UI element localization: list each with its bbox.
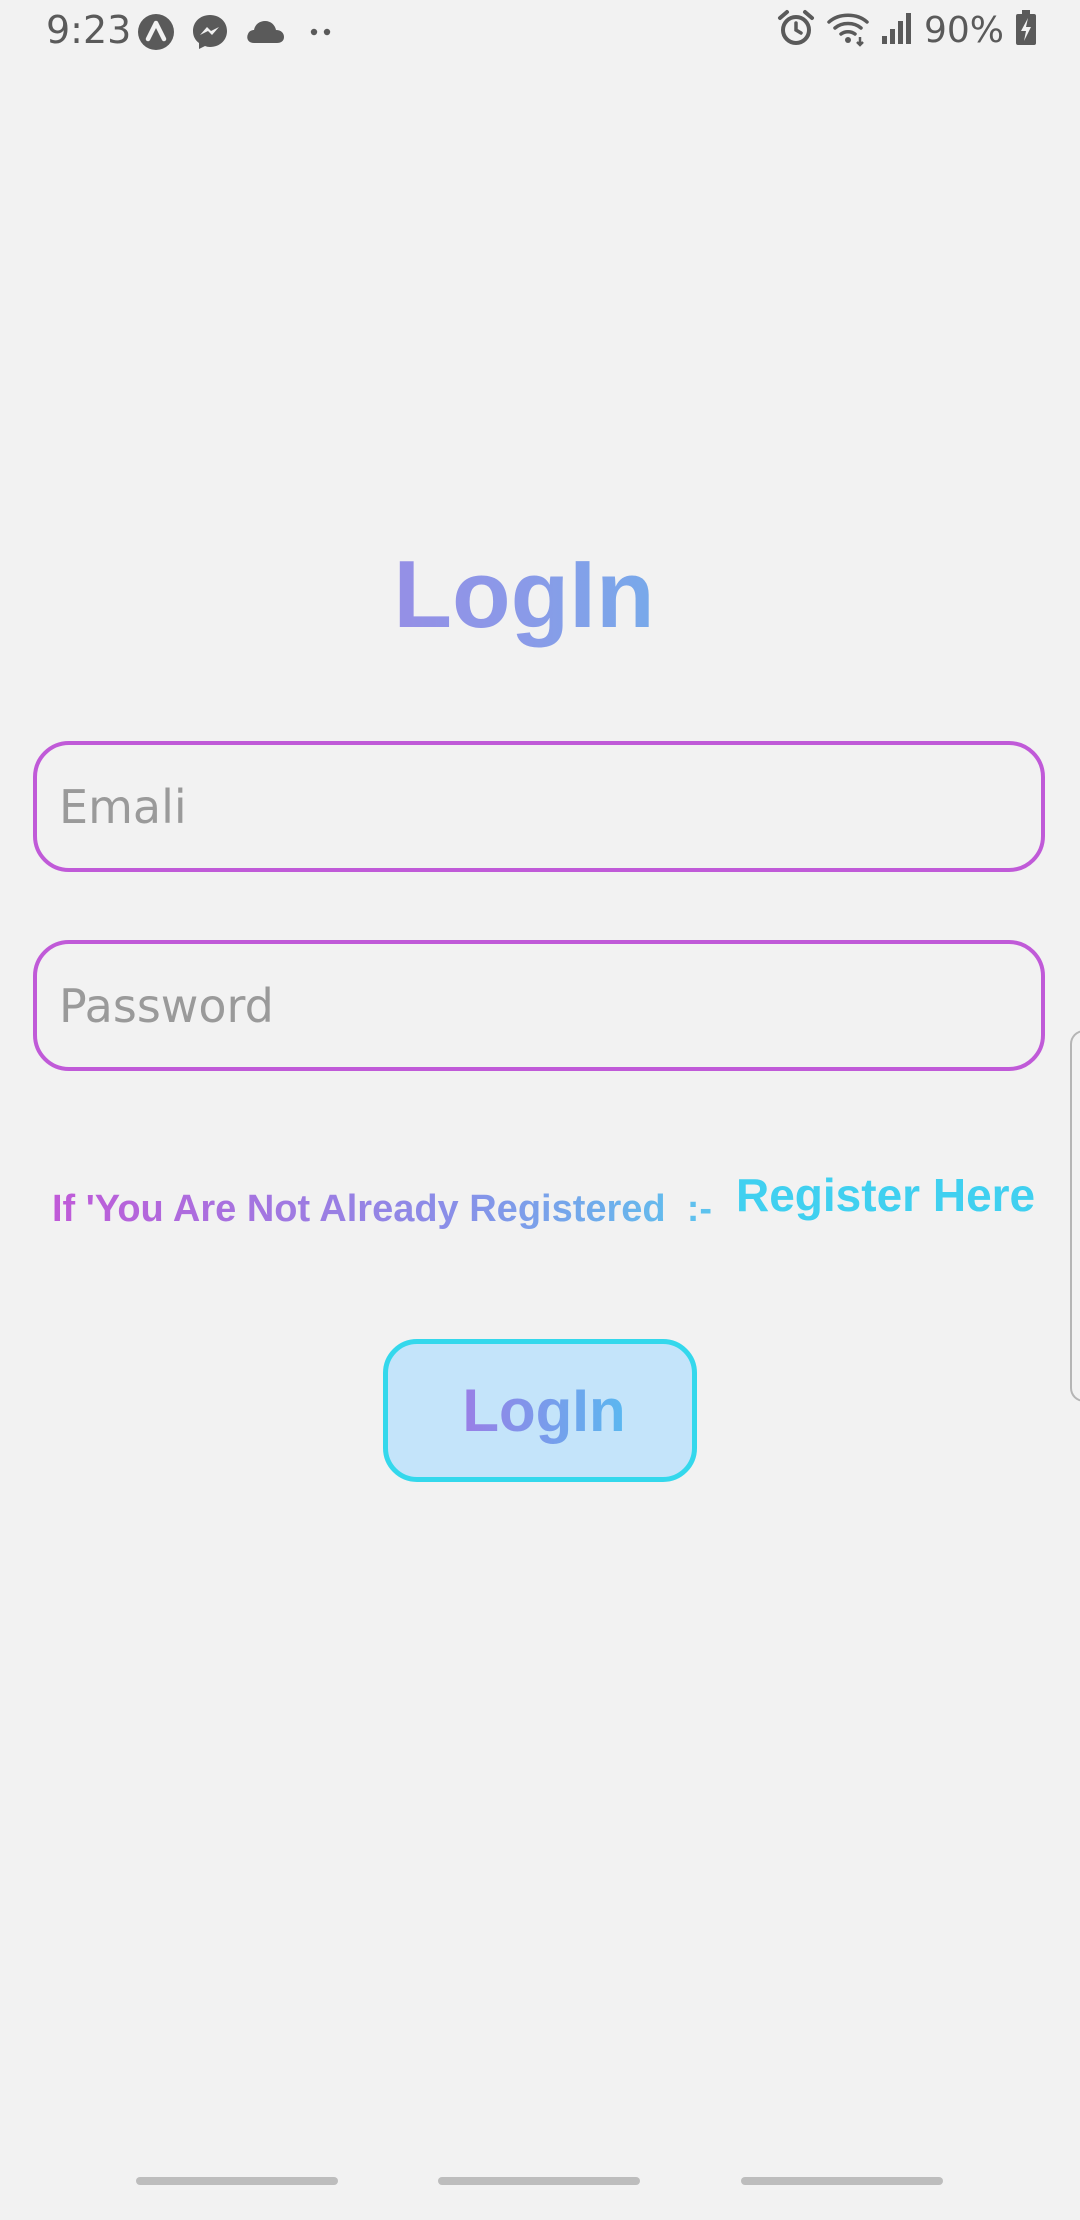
status-time: 9:23 bbox=[46, 8, 132, 52]
password-field[interactable] bbox=[33, 940, 1045, 1071]
page-title-text: LogIn bbox=[393, 541, 655, 648]
login-button[interactable]: LogIn bbox=[383, 1339, 697, 1482]
system-status-icons: 90% bbox=[776, 8, 1038, 53]
register-link[interactable]: Register Here bbox=[736, 1168, 1035, 1222]
nav-back-handle[interactable] bbox=[741, 2177, 943, 2185]
edge-panel-handle[interactable] bbox=[1070, 1030, 1080, 1402]
cloud-icon bbox=[244, 15, 286, 54]
more-dots-icon bbox=[300, 15, 340, 54]
arrow-up-circle-icon bbox=[136, 12, 176, 57]
status-bar: 9:23 90% bbox=[0, 0, 1080, 66]
nav-home-handle[interactable] bbox=[438, 2177, 640, 2185]
register-prompt: If 'You Are Not Already Registered :- bbox=[52, 1188, 713, 1230]
signal-icon bbox=[880, 10, 914, 51]
page-title: LogIn bbox=[0, 540, 1048, 650]
notification-icons bbox=[136, 12, 340, 57]
nav-recents-handle[interactable] bbox=[136, 2177, 338, 2185]
register-row: If 'You Are Not Already Registered :- Re… bbox=[52, 1160, 1052, 1240]
email-field[interactable] bbox=[33, 741, 1045, 872]
navigation-bar bbox=[0, 2160, 1080, 2220]
battery-percent: 90% bbox=[923, 10, 1004, 51]
messenger-icon bbox=[190, 12, 230, 57]
wifi-icon bbox=[826, 9, 870, 52]
battery-charging-icon bbox=[1014, 9, 1038, 52]
login-button-label: LogIn bbox=[462, 1377, 626, 1444]
alarm-icon bbox=[776, 8, 816, 53]
